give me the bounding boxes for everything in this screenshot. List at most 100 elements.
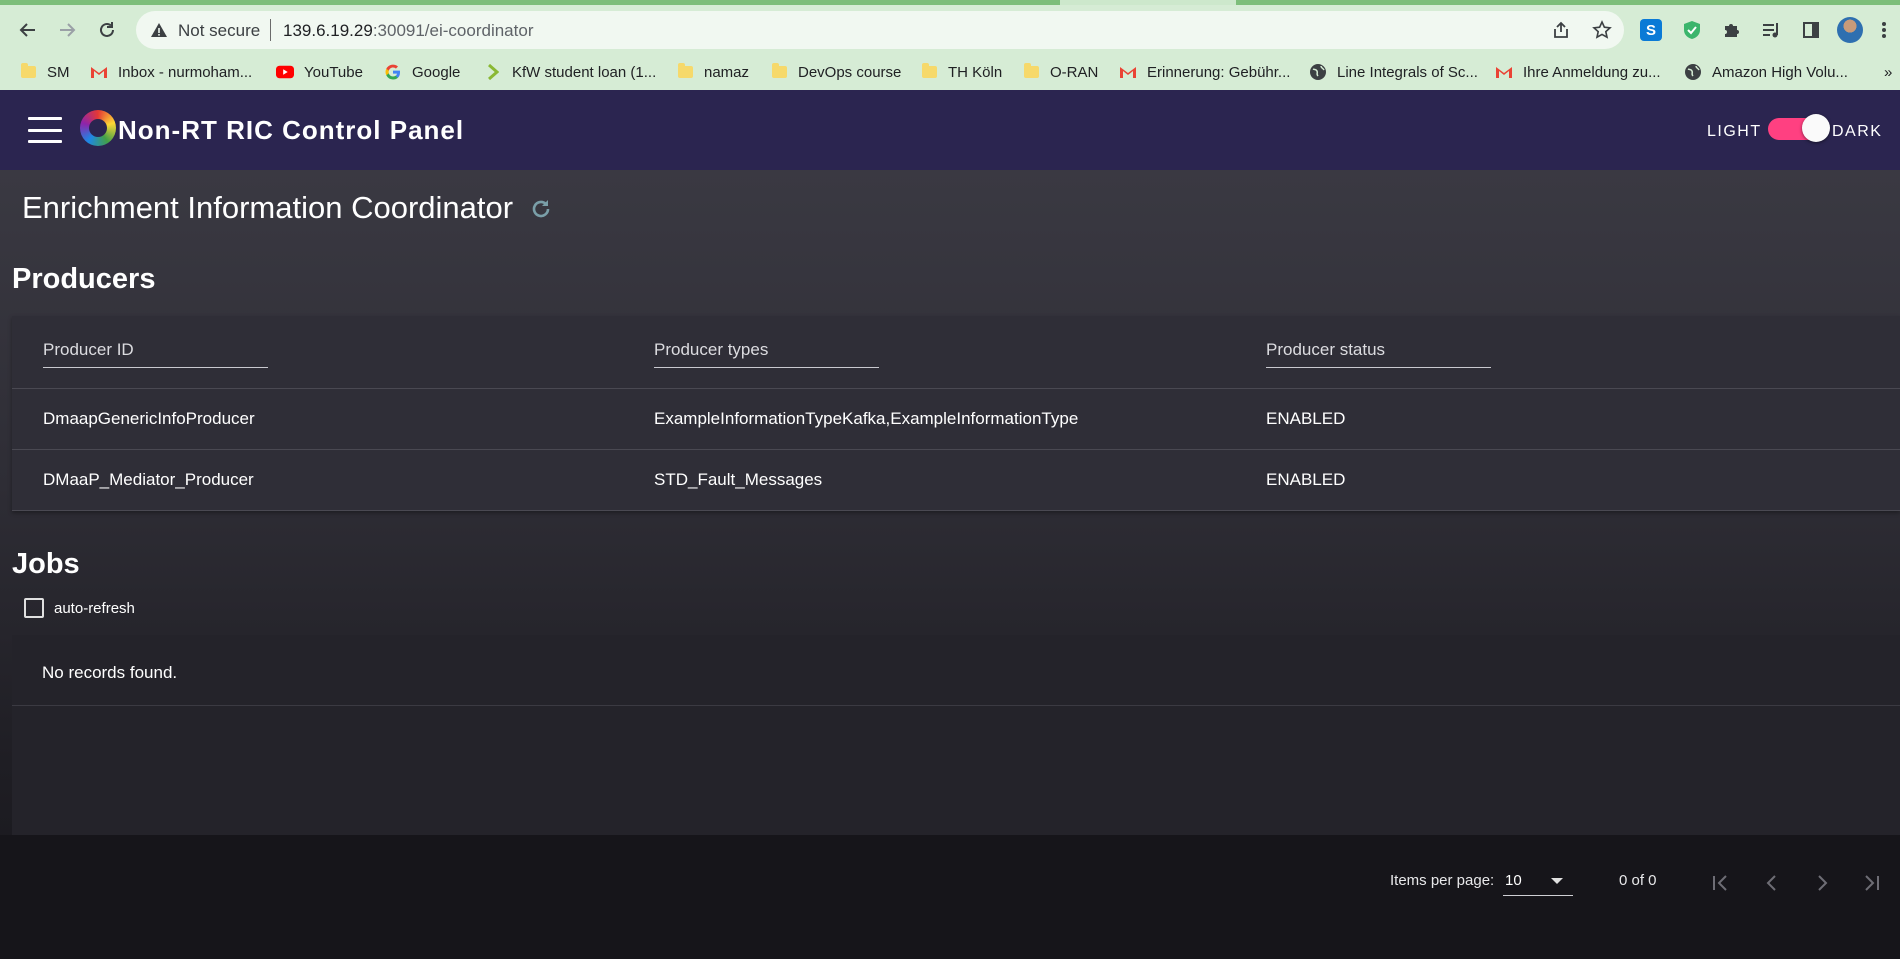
producer-types-cell: ExampleInformationTypeKafka,ExampleInfor… <box>654 409 1079 428</box>
bookmark-label: KfW student loan (1... <box>512 63 657 81</box>
url-text[interactable]: 139.6.19.29:30091/ei-coordinator <box>283 21 533 41</box>
folder-icon <box>920 63 938 81</box>
items-per-page-select[interactable]: 10 <box>1503 870 1573 896</box>
page-range-label: 0 of 0 <box>1619 872 1657 889</box>
puzzle-extensions-icon[interactable] <box>1719 17 1745 43</box>
dark-mode-toggle[interactable] <box>1768 114 1830 142</box>
skype-extension-icon[interactable]: S <box>1638 17 1664 43</box>
forward-button[interactable] <box>51 14 83 46</box>
bookmark-namaz[interactable]: namaz <box>676 54 749 90</box>
hamburger-menu-icon[interactable] <box>28 117 62 143</box>
auto-refresh-label: auto-refresh <box>54 599 135 617</box>
main-content: Enrichment Information Coordinator Produ… <box>0 170 1900 959</box>
dropdown-arrow-icon <box>1551 878 1563 884</box>
more-vert-icon[interactable] <box>1874 17 1894 43</box>
column-header-producer-types[interactable]: Producer types <box>654 340 879 368</box>
bookmark-label: Erinnerung: Gebühr... <box>1147 63 1291 81</box>
bookmark-label: SM <box>47 63 70 81</box>
chevron-left-icon <box>1766 875 1776 891</box>
bookmarks-bar: SM Inbox - nurmoham... YouTube Google Kf… <box>0 54 1900 90</box>
browser-toolbar: Not secure 139.6.19.29:30091/ei-coordina… <box>0 5 1900 54</box>
star-icon[interactable] <box>1591 19 1613 41</box>
producers-title: Producers <box>12 263 156 295</box>
bookmark-label: YouTube <box>304 63 363 81</box>
globe-icon <box>1309 63 1327 81</box>
column-header-producer-status[interactable]: Producer status <box>1266 340 1491 368</box>
refresh-icon[interactable] <box>528 196 554 222</box>
more-bookmarks-button[interactable]: » <box>1884 54 1892 90</box>
producer-id-cell: DmaapGenericInfoProducer <box>43 409 255 428</box>
bookmark-sm[interactable]: SM <box>19 54 70 90</box>
producer-id-cell: DMaaP_Mediator_Producer <box>43 470 254 489</box>
gmail-icon <box>90 63 108 81</box>
column-header-producer-id[interactable]: Producer ID <box>43 340 268 368</box>
bookmark-anmeldung[interactable]: Ihre Anmeldung zu... <box>1495 54 1661 90</box>
bookmark-devops[interactable]: DevOps course <box>770 54 901 90</box>
bookmark-o-ran[interactable]: O-RAN <box>1022 54 1098 90</box>
previous-page-button[interactable] <box>1756 867 1788 899</box>
auto-refresh-checkbox[interactable]: auto-refresh <box>24 598 135 618</box>
empty-message: No records found. <box>42 663 178 682</box>
bookmark-kfw[interactable]: KfW student loan (1... <box>484 54 656 90</box>
producer-status-cell: ENABLED <box>1266 470 1346 489</box>
warning-icon[interactable] <box>150 21 168 44</box>
theme-light-label: LIGHT <box>1707 123 1762 140</box>
side-panel-icon[interactable] <box>1798 17 1824 43</box>
folder-icon <box>1022 63 1040 81</box>
bookmark-amazon[interactable]: Amazon High Volu... <box>1684 54 1848 90</box>
url-path: :30091/ei-coordinator <box>372 21 534 40</box>
last-page-icon <box>1865 875 1879 891</box>
items-per-page-value: 10 <box>1505 872 1522 889</box>
jobs-table: No records found. <box>12 635 1900 835</box>
shield-extension-icon[interactable] <box>1679 17 1705 43</box>
bookmark-erinnerung[interactable]: Erinnerung: Gebühr... <box>1119 54 1290 90</box>
producers-table: Producer ID Producer types Producer stat… <box>12 316 1900 511</box>
bookmark-google[interactable]: Google <box>384 54 460 90</box>
producer-types-cell: STD_Fault_Messages <box>654 470 823 489</box>
checkbox-box[interactable] <box>24 598 44 618</box>
divider <box>270 19 271 41</box>
table-row[interactable]: DMaaP_Mediator_Producer STD_Fault_Messag… <box>12 450 1900 511</box>
bookmark-label: namaz <box>704 63 750 81</box>
back-button[interactable] <box>12 14 44 46</box>
first-page-icon <box>1713 875 1727 891</box>
page-title: Enrichment Information Coordinator <box>22 190 514 225</box>
profile-avatar[interactable] <box>1837 17 1863 43</box>
youtube-icon <box>276 63 294 81</box>
divider <box>12 705 1900 706</box>
bookmark-line-integrals[interactable]: Line Integrals of Sc... <box>1309 54 1478 90</box>
reload-button[interactable] <box>91 14 123 46</box>
kfw-icon <box>484 63 502 81</box>
table-header-row: Producer ID Producer types Producer stat… <box>12 316 1900 389</box>
gmail-icon <box>1495 63 1513 81</box>
table-row[interactable]: DmaapGenericInfoProducer ExampleInformat… <box>12 389 1900 450</box>
paginator <box>0 835 1900 959</box>
gmail-icon <box>1119 63 1137 81</box>
bookmark-inbox[interactable]: Inbox - nurmoham... <box>90 54 252 90</box>
next-page-button[interactable] <box>1806 867 1838 899</box>
address-bar[interactable]: Not secure 139.6.19.29:30091/ei-coordina… <box>136 11 1624 49</box>
folder-icon <box>770 63 788 81</box>
arrow-right-icon <box>60 23 76 37</box>
bookmark-label: Ihre Anmeldung zu... <box>1523 63 1661 81</box>
share-icon[interactable] <box>1550 19 1572 41</box>
media-queue-icon[interactable] <box>1758 17 1784 43</box>
toggle-knob[interactable] <box>1802 114 1830 142</box>
bookmark-youtube[interactable]: YouTube <box>276 54 363 90</box>
bookmark-label: O-RAN <box>1050 63 1099 81</box>
items-per-page-label: Items per page: <box>1390 872 1495 889</box>
folder-icon <box>676 63 694 81</box>
arrow-left-icon <box>19 23 35 37</box>
chevron-double-right-icon: » <box>1884 63 1893 81</box>
app-title: Non-RT RIC Control Panel <box>118 115 465 145</box>
app-header: Non-RT RIC Control Panel LIGHT DARK <box>0 90 1900 170</box>
globe-icon <box>1684 63 1702 81</box>
bookmark-th-koln[interactable]: TH Köln <box>920 54 1002 90</box>
url-host: 139.6.19.29 <box>283 21 373 40</box>
theme-dark-label: DARK <box>1832 123 1883 140</box>
first-page-button[interactable] <box>1704 867 1736 899</box>
security-label[interactable]: Not secure <box>178 21 260 41</box>
last-page-button[interactable] <box>1856 867 1888 899</box>
reload-icon <box>100 22 114 37</box>
bookmark-label: Inbox - nurmoham... <box>118 63 253 81</box>
